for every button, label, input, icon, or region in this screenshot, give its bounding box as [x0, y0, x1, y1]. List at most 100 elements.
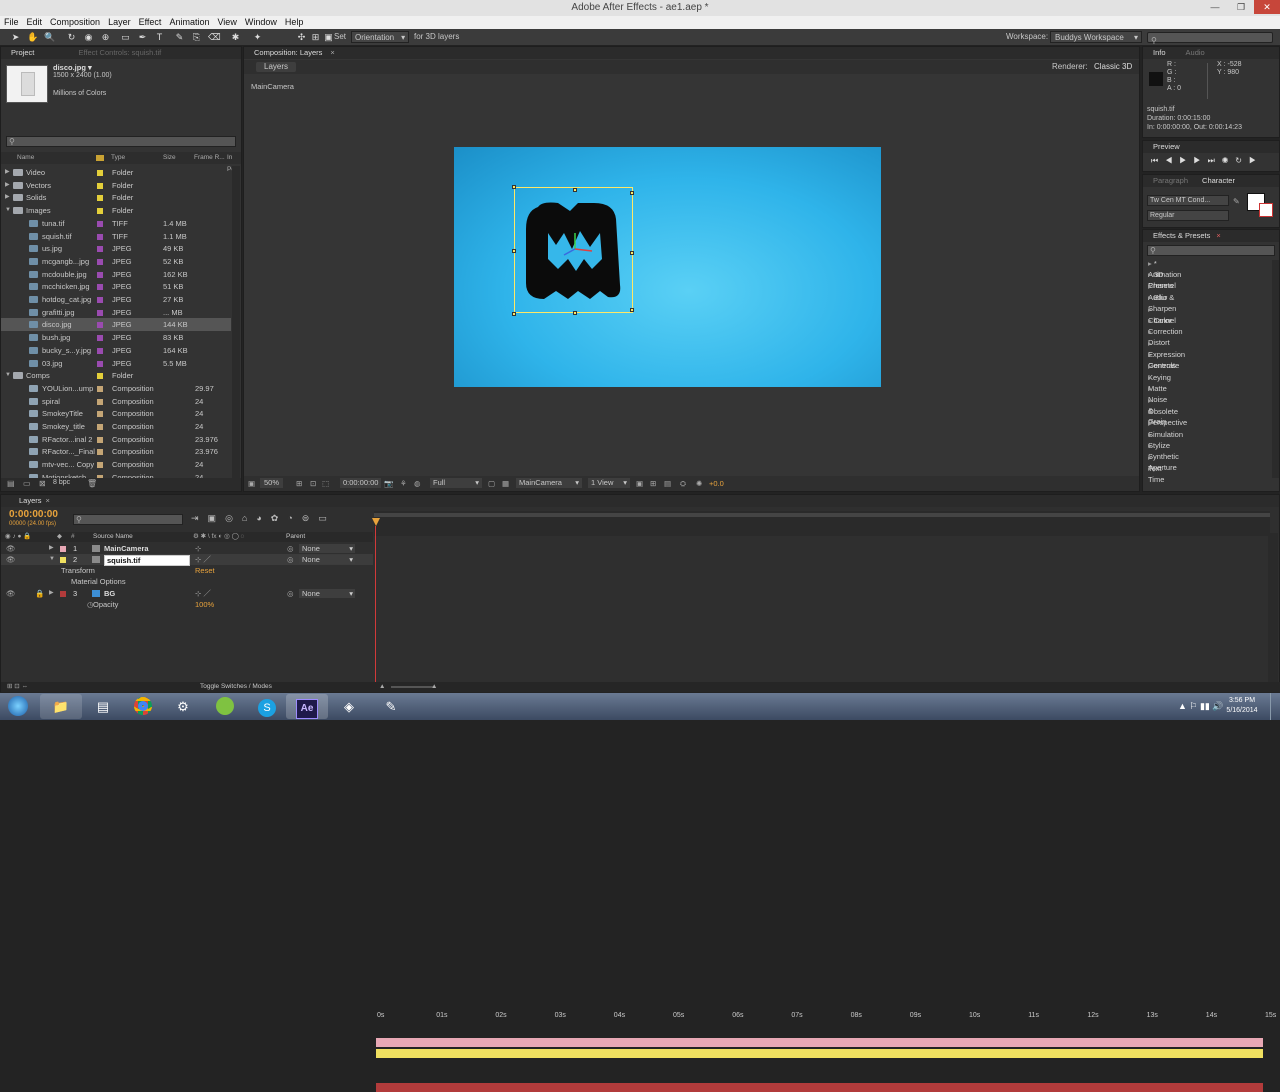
tab-effect-controls[interactable]: Effect Controls: squish.tif — [78, 48, 161, 57]
region-icon[interactable]: ⬚ — [322, 476, 329, 491]
menu-animation[interactable]: Animation — [165, 16, 213, 29]
effect-category-item[interactable]: Stylize — [1148, 429, 1170, 450]
label-color[interactable] — [97, 373, 103, 380]
work-area-bar[interactable] — [374, 513, 1270, 517]
parent-pickwhip-icon[interactable]: ◎ — [287, 543, 294, 554]
zoom-out-icon[interactable]: ▲ — [379, 682, 385, 692]
menu-view[interactable]: View — [213, 16, 240, 29]
parent-pickwhip-icon[interactable]: ◎ — [287, 554, 294, 565]
effect-category-item[interactable]: Generate — [1148, 349, 1179, 370]
project-item-row[interactable]: Motionsketch Composition 24 — [1, 471, 231, 478]
previous-frame-icon[interactable]: ◀ — [1165, 156, 1179, 165]
effect-category-item[interactable]: Simulation — [1148, 418, 1183, 439]
steam-taskbar-icon[interactable]: ⚙ — [162, 694, 204, 719]
transform-handle[interactable] — [630, 308, 634, 312]
column-source-name[interactable]: Source Name — [93, 532, 133, 542]
layer-source-name[interactable]: MainCamera — [104, 543, 149, 554]
effect-category-item[interactable]: Keying — [1148, 361, 1171, 382]
eyedropper-icon[interactable]: ✎ — [1233, 197, 1240, 206]
fast-preview-icon[interactable]: ⊞ — [650, 476, 656, 491]
grid-icon[interactable]: ⊞ — [296, 476, 302, 491]
puppet-tool-icon[interactable]: ✦ — [252, 31, 263, 43]
time-ruler[interactable] — [374, 511, 1270, 536]
project-item-row[interactable]: spiral Composition 24 — [1, 395, 231, 408]
project-item-row[interactable]: hotdog_cat.jpg JPEG 27 KB — [1, 293, 231, 306]
show-snapshot-icon[interactable]: ⚘ — [400, 476, 407, 491]
frame-blending-icon[interactable]: ⌂ — [242, 513, 256, 523]
view-layout-dropdown[interactable]: 1 View ▾ — [588, 478, 630, 488]
spotify-taskbar-icon[interactable] — [204, 694, 246, 719]
system-tray-icons[interactable]: ▲ ⚐ ▮▮ 🔊 — [1178, 701, 1224, 712]
close-icon[interactable]: × — [330, 48, 334, 57]
toggle-pixel-aspect-icon[interactable]: ▣ — [636, 476, 643, 491]
always-preview-icon[interactable]: ▣ — [248, 476, 255, 491]
label-color[interactable] — [97, 322, 103, 329]
project-search-input[interactable]: ⚲ — [6, 136, 236, 147]
label-color[interactable] — [97, 220, 103, 227]
color-channel-icon[interactable]: ◍ — [414, 476, 421, 491]
label-column-icon[interactable] — [96, 155, 104, 161]
effect-category-item[interactable]: Synthetic Aperture — [1148, 440, 1179, 472]
project-item-row[interactable]: grafitti.jpg JPEG ... MB — [1, 306, 231, 319]
interpret-footage-icon[interactable]: ▤ — [7, 479, 15, 488]
timeline-search-input[interactable]: ⚲ — [73, 514, 183, 525]
project-item-row[interactable]: us.jpg JPEG 49 KB — [1, 242, 231, 255]
brush-tool-icon[interactable]: ✎ — [174, 31, 185, 43]
project-item-row[interactable]: 03.jpg JPEG 5.5 MB — [1, 357, 231, 370]
font-style-dropdown[interactable]: Regular — [1147, 210, 1229, 221]
transform-handle[interactable] — [573, 188, 577, 192]
label-color[interactable] — [97, 309, 103, 316]
disclosure-closed-icon[interactable]: ▶ — [49, 543, 54, 554]
flowchart-icon[interactable]: ⛭ — [680, 476, 686, 491]
ram-preview-icon[interactable]: ▶ — [1249, 156, 1263, 165]
maximize-icon[interactable]: ❐ — [1228, 0, 1254, 14]
opacity-value[interactable]: 100% — [195, 599, 214, 610]
comp-mini-flowchart-icon[interactable]: ⇥ — [191, 513, 208, 523]
minimize-icon[interactable]: — — [1202, 0, 1228, 14]
transform-group[interactable]: Transform — [61, 565, 95, 576]
label-color[interactable] — [97, 411, 103, 418]
loop-icon[interactable]: ↻ — [1235, 156, 1249, 165]
project-item-row[interactable]: RFactor...inal 2 Composition 23.976 — [1, 433, 231, 446]
label-color[interactable] — [97, 258, 103, 265]
tab-timeline-layers[interactable]: Layers — [19, 496, 42, 505]
timeline-layer-row[interactable]: 👁 ▼ 2 squish.tif ⊹ ／ ◎ None ▾ — [1, 554, 373, 566]
column-parent[interactable]: Parent — [286, 532, 305, 542]
column-type[interactable]: Type — [111, 152, 125, 164]
pan-behind-tool-icon[interactable]: ⊕ — [100, 31, 111, 43]
explorer-taskbar-icon[interactable]: 📁 — [40, 694, 82, 719]
layer-switch-icons[interactable]: ⊹ ／ — [195, 588, 211, 599]
effect-category-item[interactable]: Color Correction — [1148, 315, 1183, 336]
system-clock[interactable]: 3:56 PM 5/16/2014 — [1222, 696, 1262, 716]
visibility-eye-icon[interactable]: 👁 — [6, 588, 16, 599]
effect-category-item[interactable]: Text — [1148, 452, 1162, 473]
label-color[interactable] — [97, 297, 103, 303]
project-folder-row[interactable]: ▶ Vectors Folder — [1, 179, 231, 192]
workspace-dropdown[interactable]: Buddys Workspace ▾ — [1050, 31, 1142, 43]
first-frame-icon[interactable]: ⏮ — [1151, 156, 1165, 165]
disclosure-closed-icon[interactable]: ▶ — [5, 166, 10, 179]
effect-category-item[interactable]: Blur & Sharpen — [1148, 292, 1176, 313]
motion-blur-icon[interactable]: ◕ — [256, 513, 270, 523]
stopwatch-icon[interactable]: ◷ — [87, 599, 94, 610]
layer-switch-icons[interactable]: ⊹ ／ — [195, 554, 211, 565]
auto-keyframe-icon[interactable]: ◔ — [287, 513, 301, 523]
menu-effect[interactable]: Effect — [135, 16, 166, 29]
project-item-row[interactable]: bucky_s...y.jpg JPEG 164 KB — [1, 344, 231, 357]
expand-panes-icon[interactable]: ⊞ ⊡ ⇔ — [7, 682, 28, 692]
chrome-taskbar-icon[interactable] — [122, 694, 164, 719]
effect-category-item[interactable]: Audio — [1148, 281, 1167, 302]
resolution-dropdown[interactable]: Full ▾ — [430, 478, 482, 488]
project-item-row[interactable]: bush.jpg JPEG 83 KB — [1, 331, 231, 344]
zoom-slider[interactable] — [391, 686, 433, 688]
exposure-value[interactable]: +0.0 — [709, 476, 724, 491]
selection-tool-icon[interactable]: ➤ — [10, 31, 21, 43]
label-color[interactable] — [97, 385, 103, 392]
project-folder-row[interactable]: ▼ Images Folder — [1, 204, 231, 217]
label-color[interactable] — [97, 233, 103, 240]
play-icon[interactable]: ▶ — [1179, 156, 1193, 165]
transform-handle[interactable] — [512, 185, 516, 189]
camera-view-dropdown[interactable]: MainCamera ▾ — [516, 478, 582, 488]
menu-help[interactable]: Help — [281, 16, 308, 29]
label-color[interactable] — [97, 182, 103, 189]
